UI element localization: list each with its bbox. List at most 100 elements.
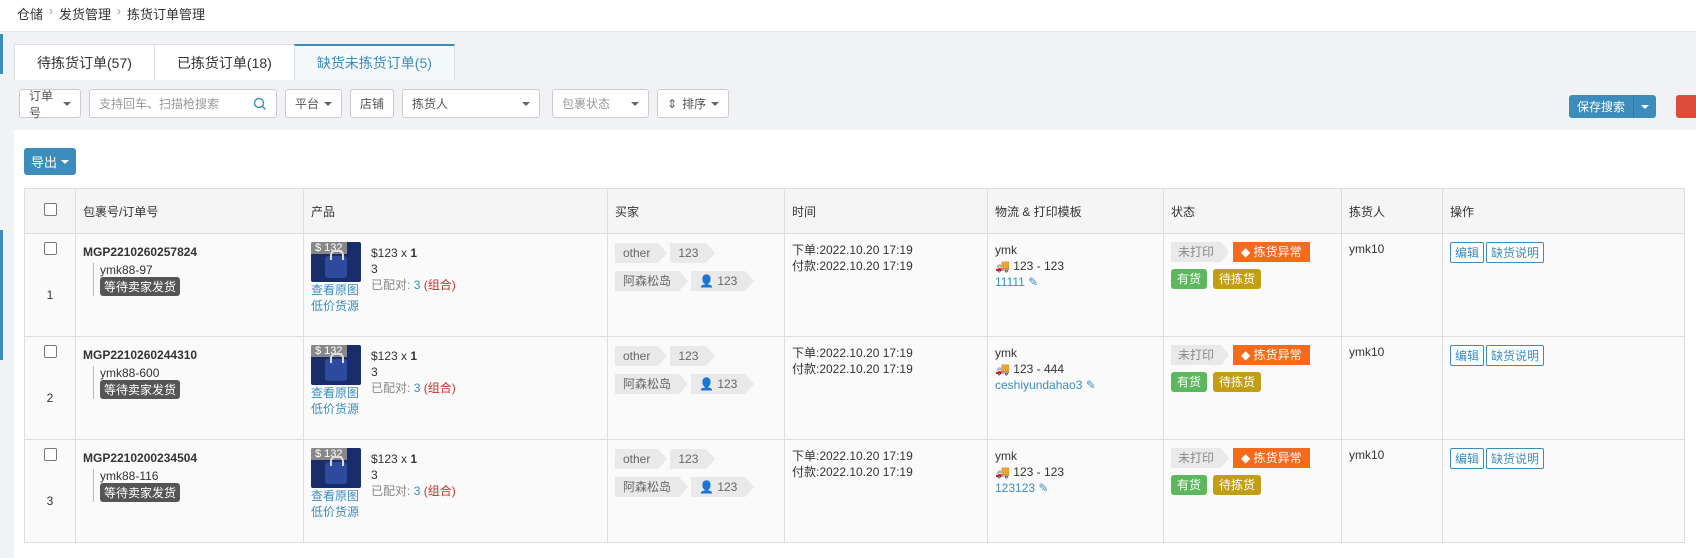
product-thumbnail[interactable]: $ 132	[311, 345, 361, 385]
time-cell: 下单:2022.10.20 17:19 付款:2022.10.20 17:19	[784, 439, 988, 543]
sort-dropdown[interactable]: ⇕ 排序	[657, 89, 730, 118]
status-cell: 未打印 ◆ 拣货异常 有货 待拣货	[1163, 233, 1342, 337]
row-checkbox[interactable]	[43, 242, 57, 255]
user-icon: 👤	[699, 480, 714, 494]
shortage-note-button[interactable]: 缺货说明	[1486, 242, 1545, 263]
search-input[interactable]: 支持回车、扫描枪搜索	[89, 89, 277, 118]
times-sign: x	[401, 452, 408, 466]
pick-status-badge: 待拣货	[1213, 372, 1262, 392]
table-row: 2 MGP2210260244310 ymk88-600 等待卖家发货 $ 13…	[24, 336, 1685, 440]
view-image-link[interactable]: 查看原图	[311, 282, 361, 298]
save-search-dropdown[interactable]	[1634, 95, 1656, 118]
matched-info: 已配对: 3 (组合)	[371, 277, 456, 293]
caret-down-icon	[1641, 104, 1649, 109]
table-row: 3 MGP2210200234504 ymk88-116 等待卖家发货 $ 13…	[24, 439, 1685, 543]
select-all-checkbox[interactable]	[43, 203, 57, 216]
exception-badge: ◆ 拣货异常	[1233, 345, 1310, 365]
times-sign: x	[401, 349, 408, 363]
low-price-source-link[interactable]: 低价货源	[311, 401, 361, 417]
tab-picked[interactable]: 已拣货订单(18)	[153, 44, 295, 80]
platform-dropdown[interactable]: 平台	[285, 89, 343, 118]
breadcrumb-item-storage[interactable]: 仓储	[17, 4, 43, 23]
exception-text: 拣货异常	[1253, 245, 1302, 259]
tracking-link[interactable]: 123123	[995, 481, 1035, 495]
order-number[interactable]: ymk88-116	[100, 469, 296, 483]
package-status-select[interactable]: 包裹状态	[552, 89, 650, 118]
save-search-label[interactable]: 保存搜索	[1569, 95, 1634, 118]
order-number[interactable]: ymk88-97	[100, 263, 296, 277]
row-select-cell: 2	[24, 336, 76, 440]
route: 🚚 123 - 123	[995, 258, 1156, 274]
order-number-group: ymk88-600 等待卖家发货	[93, 366, 296, 399]
edit-button[interactable]: 编辑	[1450, 242, 1485, 263]
tab-pending-pick[interactable]: 待拣货订单(57)	[14, 44, 155, 80]
time-cell: 下单:2022.10.20 17:19 付款:2022.10.20 17:19	[784, 233, 988, 337]
save-search-button[interactable]: 保存搜索	[1568, 95, 1656, 118]
row-index: 1	[46, 288, 54, 302]
tab-out-of-stock[interactable]: 缺货未拣货订单(5)	[293, 44, 455, 80]
user-icon: 👤	[699, 377, 714, 391]
edit-icon[interactable]: ✎	[1038, 481, 1048, 495]
bag-image	[325, 250, 347, 278]
package-number[interactable]: MGP2210260257824	[83, 245, 296, 259]
matched-info: 已配对: 3 (组合)	[371, 483, 456, 499]
delete-button[interactable]	[1676, 95, 1696, 118]
search-icon[interactable]	[253, 97, 267, 111]
status-cell: 未打印 ◆ 拣货异常 有货 待拣货	[1163, 439, 1342, 543]
shop-button[interactable]: 店铺	[350, 89, 395, 118]
bag-image	[325, 456, 347, 484]
buyer-tag-id: 123	[670, 243, 716, 263]
shortage-note-button[interactable]: 缺货说明	[1486, 448, 1545, 469]
order-time: 下单:2022.10.20 17:19	[792, 346, 913, 360]
actions-cell: 编辑 缺货说明	[1442, 233, 1685, 337]
edit-icon[interactable]: ✎	[1028, 275, 1038, 289]
pick-status-badge: 待拣货	[1213, 269, 1262, 289]
package-cell: MGP2210200234504 ymk88-116 等待卖家发货	[75, 439, 304, 543]
buyer-country: 阿森松岛	[615, 477, 689, 497]
caret-down-icon	[63, 101, 71, 106]
package-number[interactable]: MGP2210260244310	[83, 348, 296, 362]
product-thumbnail[interactable]: $ 132	[311, 242, 361, 282]
picker-cell: ymk10	[1341, 336, 1443, 440]
stock-count: 3	[371, 468, 378, 482]
buyer-id: 123	[717, 377, 738, 391]
price-qty: $123 x 1	[371, 348, 456, 364]
low-price-source-link[interactable]: 低价货源	[311, 504, 361, 520]
export-button[interactable]: 导出	[24, 148, 77, 175]
order-number[interactable]: ymk88-600	[100, 366, 296, 380]
matched-count: 3	[413, 484, 421, 498]
tag-icon: ◆	[1241, 348, 1251, 362]
low-price-source-link[interactable]: 低价货源	[311, 298, 361, 314]
breadcrumb-item-shipping[interactable]: 发货管理	[59, 4, 111, 23]
col-picker: 拣货人	[1341, 188, 1443, 234]
caret-down-icon	[631, 101, 640, 106]
orders-panel: 导出 包裹号/订单号 产品 买家 时间 物流 & 打印模板 状态 拣货人 操作 …	[14, 130, 1696, 558]
logistics-cell: ymk 🚚 123 - 123 11111 ✎	[987, 233, 1164, 337]
shortage-note-button[interactable]: 缺货说明	[1486, 345, 1545, 366]
bag-image	[325, 353, 347, 381]
view-image-link[interactable]: 查看原图	[311, 488, 361, 504]
sort-icon: ⇕	[667, 96, 678, 111]
picker-cell: ymk10	[1341, 233, 1443, 337]
price-qty: $123 x 1	[371, 451, 456, 467]
edit-button[interactable]: 编辑	[1450, 448, 1485, 469]
picker-select[interactable]: 拣货人	[402, 89, 541, 118]
route-text: 123 - 123	[1013, 465, 1065, 479]
product-thumbnail[interactable]: $ 132	[311, 448, 361, 488]
breadcrumb: 仓储 › 发货管理 › 拣货订单管理	[0, 0, 1696, 32]
exception-text: 拣货异常	[1253, 451, 1302, 465]
row-checkbox[interactable]	[43, 345, 57, 358]
package-number[interactable]: MGP2210200234504	[83, 451, 296, 465]
order-number-dropdown[interactable]: 订单号	[19, 89, 81, 120]
edit-button[interactable]: 编辑	[1450, 345, 1485, 366]
view-image-link[interactable]: 查看原图	[311, 385, 361, 401]
select-all-cell	[24, 188, 76, 234]
tracking-link[interactable]: ceshiyundahao3	[995, 378, 1082, 392]
buyer-tag: other	[615, 449, 668, 469]
package-cell: MGP2210260257824 ymk88-97 等待卖家发货	[75, 233, 304, 337]
edit-icon[interactable]: ✎	[1086, 378, 1096, 392]
exception-badge: ◆ 拣货异常	[1233, 242, 1310, 262]
tracking-link[interactable]: 11111	[995, 275, 1025, 289]
product-cell: $ 132 查看原图 低价货源 $123 x 1 3 已配对: 3 (组合)	[303, 233, 608, 337]
row-checkbox[interactable]	[43, 448, 57, 461]
